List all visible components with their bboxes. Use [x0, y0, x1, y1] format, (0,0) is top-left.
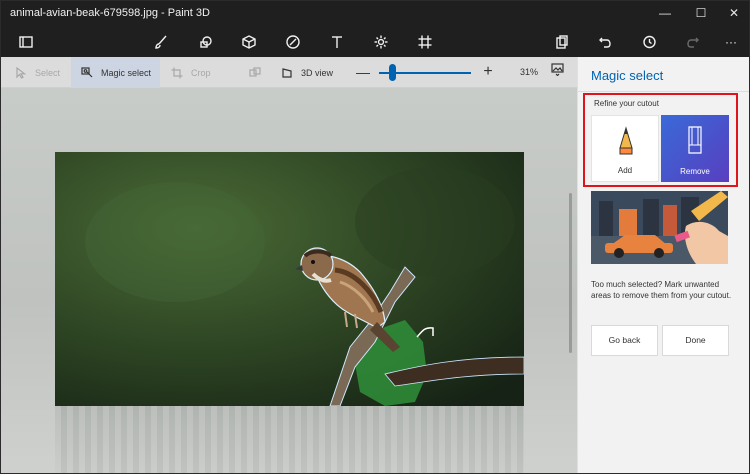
zoom-in-button[interactable]: + [481, 64, 495, 80]
vertical-scrollbar[interactable] [569, 193, 572, 353]
crop-tool[interactable]: Crop [171, 57, 221, 88]
crop-icon [171, 67, 183, 78]
refine-label: Refine your cutout [594, 99, 659, 108]
photo-reflection [55, 406, 524, 473]
done-button[interactable]: Done [662, 325, 729, 356]
remove-label: Remove [680, 167, 710, 176]
magic-select-tool[interactable]: Magic select [71, 57, 160, 88]
menu-icon[interactable] [15, 31, 37, 53]
remove-button[interactable]: Remove [661, 115, 729, 182]
close-button[interactable]: ✕ [717, 1, 749, 26]
zoom-level: 31% [520, 67, 539, 77]
magic-select-icon [81, 66, 93, 77]
remove-illustration [591, 191, 728, 264]
select-label: Select [35, 67, 61, 78]
paint-3d-window: animal-avian-beak-679598.jpg - Paint 3D … [0, 0, 750, 474]
text-icon[interactable] [326, 31, 348, 53]
add-button[interactable]: Add [591, 115, 659, 182]
pencil-icon [619, 126, 633, 155]
zoom-slider-thumb[interactable] [389, 64, 396, 81]
history-icon[interactable] [638, 31, 660, 53]
3d-view-icon [282, 67, 292, 78]
go-back-button[interactable]: Go back [591, 325, 658, 356]
eraser-icon [688, 126, 702, 154]
3d-shapes-icon[interactable] [238, 31, 260, 53]
canvas-area[interactable] [1, 88, 577, 473]
2d-shapes-icon[interactable] [195, 31, 217, 53]
image-view-icon [551, 63, 564, 77]
magic-select-label: Magic select [101, 67, 152, 78]
help-text: Too much selected? Mark unwanted areas t… [591, 280, 732, 300]
effects-icon[interactable] [370, 31, 392, 53]
view-options-button[interactable] [551, 63, 569, 81]
crop-label: Crop [191, 67, 211, 78]
panel-title: Magic select [591, 68, 664, 83]
select-tool[interactable]: Select [15, 57, 65, 88]
3d-view-toggle[interactable]: 3D view [281, 57, 351, 88]
refine-cutout-group: Refine your cutout Add Remove [583, 93, 738, 187]
canvas-icon[interactable] [414, 31, 436, 53]
redo-icon[interactable] [682, 31, 704, 53]
stickers-icon[interactable] [282, 31, 304, 53]
panel-divider [578, 91, 749, 92]
3d-view-label: 3D view [301, 67, 334, 78]
brushes-icon[interactable] [150, 31, 172, 53]
sparrow-photo[interactable] [55, 152, 524, 406]
window-title: animal-avian-beak-679598.jpg - Paint 3D [10, 7, 210, 19]
pointer-icon [16, 66, 27, 79]
maximize-button[interactable]: ☐ [684, 1, 718, 26]
selection-toolbar: Select Magic select Crop 3D view — + 31% [1, 57, 577, 88]
title-bar: animal-avian-beak-679598.jpg - Paint 3D … [1, 1, 749, 26]
paste-icon[interactable] [551, 31, 573, 53]
rotate-icon [249, 66, 261, 77]
zoom-out-button[interactable]: — [356, 65, 370, 79]
add-label: Add [617, 166, 633, 175]
more-icon[interactable]: ··· [720, 31, 742, 53]
rotate-tool[interactable] [249, 57, 269, 88]
minimize-button[interactable]: — [648, 1, 682, 26]
undo-icon[interactable] [594, 31, 616, 53]
main-toolbar: ··· [1, 26, 749, 57]
magic-select-panel: Magic select Refine your cutout Add Remo… [577, 57, 749, 473]
